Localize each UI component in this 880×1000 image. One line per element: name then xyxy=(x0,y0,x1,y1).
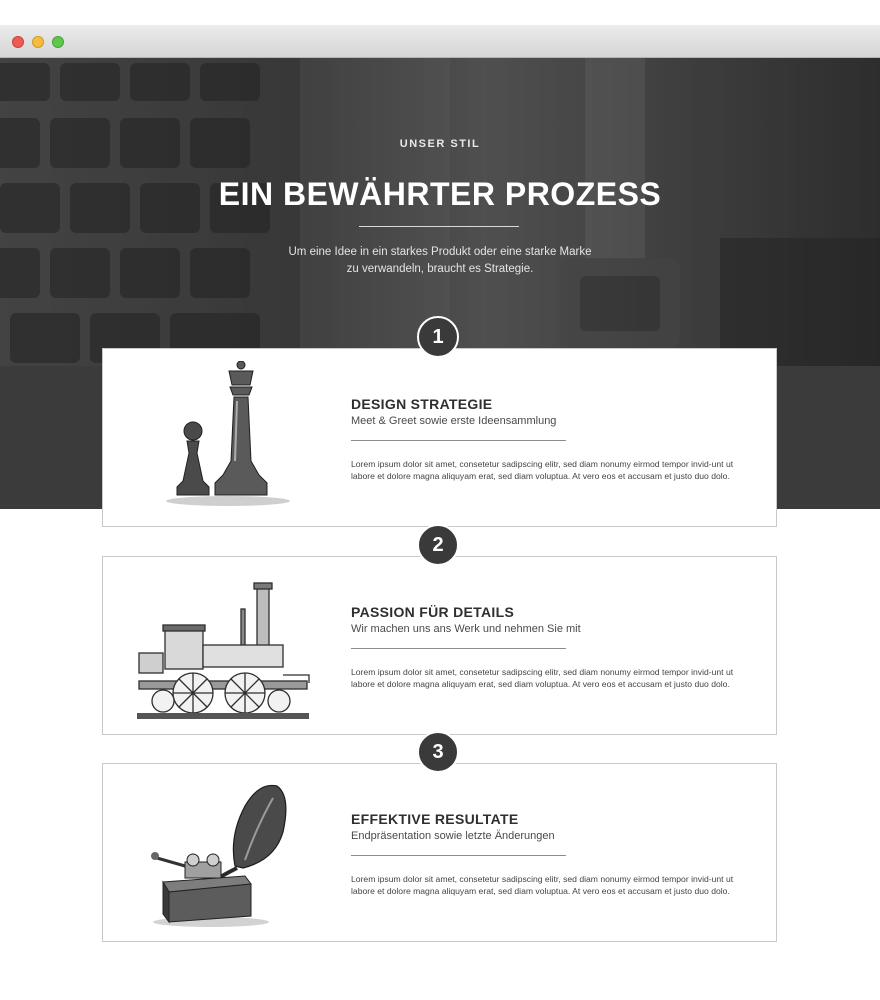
page-title: EIN BEWÄHRTER PROZESS xyxy=(218,176,662,212)
title-divider xyxy=(359,226,519,227)
hero-subtitle-line2: zu verwandeln, braucht es Strategie. xyxy=(346,263,534,275)
locomotive-icon xyxy=(137,582,310,719)
step-subtitle: Endpräsentation sowie letzte Änderungen xyxy=(351,830,555,842)
step-card-1: DESIGN STRATEGIE Meet & Greet sowie erst… xyxy=(102,348,777,527)
step-number-badge-2: 2 xyxy=(417,524,459,566)
chess-pieces-icon xyxy=(166,361,290,506)
close-window-button[interactable] xyxy=(12,36,24,48)
maximize-window-button[interactable] xyxy=(52,36,64,48)
step-title: PASSION FÜR DETAILS xyxy=(351,604,515,620)
hero-subtitle: Um eine Idee in ein starkes Produkt oder… xyxy=(280,244,600,278)
section-eyebrow: UNSER STIL xyxy=(399,138,481,150)
step-number-badge-1: 1 xyxy=(417,316,459,358)
browser-titlebar xyxy=(0,25,880,58)
step-divider xyxy=(351,440,566,441)
gramophone-icon xyxy=(151,784,287,927)
step-card-3: EFFEKTIVE RESULTATE Endpräsentation sowi… xyxy=(102,763,777,942)
step-description: Lorem ipsum dolor sit amet, consetetur s… xyxy=(351,667,734,689)
step-description: Lorem ipsum dolor sit amet, consetetur s… xyxy=(351,874,734,896)
step-card-2: PASSION FÜR DETAILS Wir machen uns ans W… xyxy=(102,556,777,735)
step-subtitle: Meet & Greet sowie erste Ideensammlung xyxy=(351,415,557,427)
step-description: Lorem ipsum dolor sit amet, consetetur s… xyxy=(351,459,734,481)
step-number-badge-3: 3 xyxy=(417,731,459,773)
step-subtitle: Wir machen uns ans Werk und nehmen Sie m… xyxy=(351,623,581,635)
step-title: DESIGN STRATEGIE xyxy=(351,396,493,412)
step-title: EFFEKTIVE RESULTATE xyxy=(351,811,519,827)
minimize-window-button[interactable] xyxy=(32,36,44,48)
hero-subtitle-line1: Um eine Idee in ein starkes Produkt oder… xyxy=(288,246,592,258)
step-divider xyxy=(351,648,566,649)
step-divider xyxy=(351,855,566,856)
